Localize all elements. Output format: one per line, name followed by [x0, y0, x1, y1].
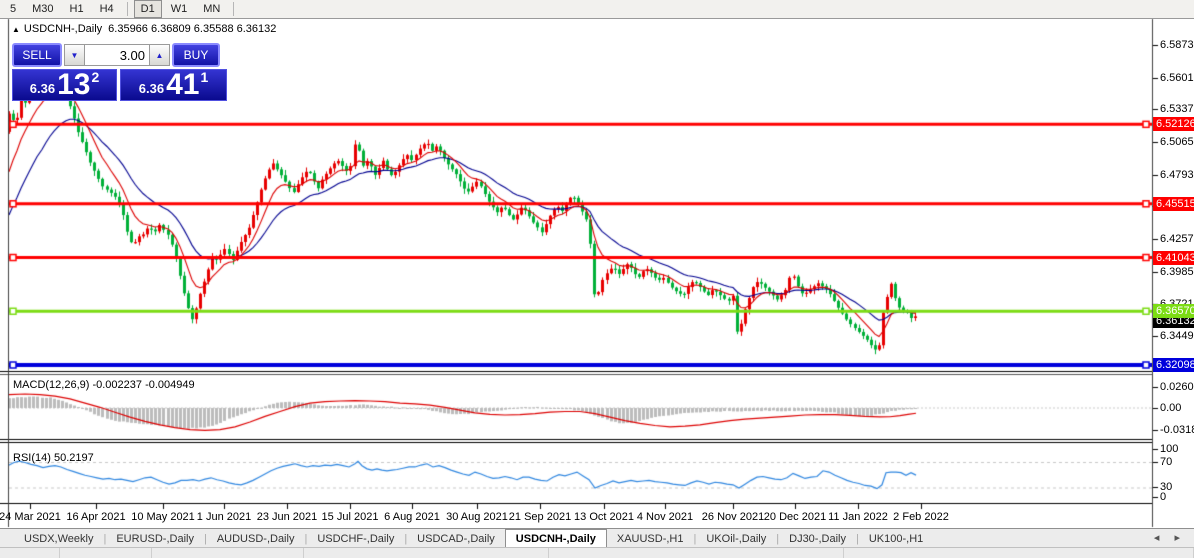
indicator-tick-label: -0.031872: [1160, 424, 1194, 436]
status-cell: [0, 548, 60, 558]
chart-title: ▲ USDCNH-,Daily 6.35966 6.36809 6.35588 6.…: [12, 23, 276, 35]
date-tick-label: 6 Aug 2021: [384, 511, 440, 523]
timeframe-button-d1[interactable]: D1: [134, 0, 162, 18]
chart-tab-ukoil-daily[interactable]: UKOil-,Daily: [696, 530, 776, 547]
timeframe-button-mn[interactable]: MN: [196, 0, 227, 18]
price-tick-label: 6.56010: [1160, 72, 1194, 84]
terminal-window: 5M30H1H4 D1W1MN ▲ USDCNH-,Daily 6.35966 6.3…: [0, 0, 1194, 558]
chart-symbol: USDCNH-,Daily: [24, 23, 102, 35]
level-badge-6.36570: 6.36570: [1153, 304, 1194, 318]
status-cell: [304, 548, 548, 558]
date-tick-label: 30 Aug 2021: [446, 511, 508, 523]
timeframe-button-w1[interactable]: W1: [164, 0, 195, 18]
date-tick-label: 16 Apr 2021: [66, 511, 125, 523]
date-tick-label: 13 Oct 2021: [574, 511, 634, 523]
timeframe-button-h1[interactable]: H1: [63, 0, 91, 18]
buy-price-base: 6.36: [139, 81, 164, 96]
timeframe-button-h4[interactable]: H4: [93, 0, 121, 18]
indicator-tick-label: 0.02607: [1160, 381, 1194, 393]
chart-tab-bar: USDX,Weekly|EURUSD-,Daily|AUDUSD-,Daily|…: [0, 528, 1194, 547]
price-tick-label: 6.50650: [1160, 136, 1194, 148]
status-cell: [60, 548, 152, 558]
timeframe-toolbar: 5M30H1H4 D1W1MN: [0, 0, 1194, 19]
collapse-triangle-icon[interactable]: ▲: [12, 25, 20, 34]
level-badge-6.52126: 6.52126: [1153, 117, 1194, 131]
indicator-tick-label: 0: [1160, 491, 1194, 503]
volume-decrease-icon[interactable]: ▼: [64, 44, 85, 66]
buy-button[interactable]: BUY: [172, 43, 220, 67]
level-badge-6.41043: 6.41043: [1153, 251, 1194, 265]
status-cell: [549, 548, 844, 558]
sell-price-base: 6.36: [30, 81, 55, 96]
chart-tab-usdcad-daily[interactable]: USDCAD-,Daily: [407, 530, 505, 547]
volume-increase-icon[interactable]: ▲: [149, 44, 170, 66]
timeframe-button-5[interactable]: 5: [3, 0, 23, 18]
price-tick-label: 6.58730: [1160, 39, 1194, 51]
level-badge-6.32098: 6.32098: [1153, 358, 1194, 372]
date-tick-label: 23 Jun 2021: [257, 511, 318, 523]
sell-price-button[interactable]: 6.36 13 2: [12, 69, 117, 101]
indicator-tick-label: 0.00: [1160, 402, 1194, 414]
sell-price-big: 13: [57, 71, 90, 99]
toolbar-separator: [127, 2, 128, 16]
macd-indicator-label: MACD(12,26,9) -0.002237 -0.004949: [13, 379, 195, 391]
timeframe-button-m30[interactable]: M30: [25, 0, 60, 18]
date-tick-label: 26 Nov 2021: [702, 511, 764, 523]
status-bar: [0, 547, 1194, 558]
indicator-tick-label: 70: [1160, 456, 1194, 468]
chart-tab-xauusd-h1[interactable]: XAUUSD-,H1: [607, 530, 694, 547]
chart-ohlc-values: 6.35966 6.36809 6.35588 6.36132: [108, 23, 276, 35]
chart-tab-audusd-daily[interactable]: AUDUSD-,Daily: [207, 530, 305, 547]
chart-tab-usdx-weekly[interactable]: USDX,Weekly: [14, 530, 103, 547]
date-tick-label: 2 Feb 2022: [893, 511, 949, 523]
price-tick-label: 6.34490: [1160, 330, 1194, 342]
date-tick-label: 21 Sep 2021: [509, 511, 571, 523]
chart-tab-uk100-h1[interactable]: UK100-,H1: [859, 530, 933, 547]
one-click-trading-panel: SELL ▼ ▲ BUY 6.36 13 2 6.36 41 1: [12, 43, 227, 101]
buy-price-sup: 1: [200, 69, 208, 85]
date-tick-label: 10 May 2021: [131, 511, 195, 523]
chart-tab-usdcnh-daily[interactable]: USDCNH-,Daily: [505, 529, 607, 547]
date-tick-label: 4 Nov 2021: [637, 511, 693, 523]
volume-stepper: ▼ ▲: [64, 44, 170, 66]
date-tick-label: 1 Jun 2021: [197, 511, 251, 523]
tab-scroll-arrows-icon[interactable]: ◂ ▸: [1154, 531, 1194, 547]
price-tick-label: 6.42570: [1160, 233, 1194, 245]
sell-price-sup: 2: [91, 69, 99, 85]
buy-price-button[interactable]: 6.36 41 1: [120, 69, 227, 101]
toolbar-separator: [233, 2, 234, 16]
date-tick-label: 20 Dec 2021: [764, 511, 826, 523]
date-tick-label: 15 Jul 2021: [322, 511, 379, 523]
chart-tab-usdchf-daily[interactable]: USDCHF-,Daily: [307, 530, 404, 547]
date-tick-label: 11 Jan 2022: [828, 511, 888, 523]
rsi-indicator-label: RSI(14) 50.2197: [13, 452, 94, 464]
level-badge-6.45515: 6.45515: [1153, 197, 1194, 211]
sell-button[interactable]: SELL: [12, 43, 62, 67]
indicator-tick-label: 100: [1160, 443, 1194, 455]
chart-tab-dj30-daily[interactable]: DJ30-,Daily: [779, 530, 856, 547]
chart-tab-eurusd-daily[interactable]: EURUSD-,Daily: [106, 530, 204, 547]
price-tick-label: 6.39850: [1160, 266, 1194, 278]
price-tick-label: 6.47930: [1160, 169, 1194, 181]
status-cell: [844, 548, 1194, 558]
date-tick-label: 24 Mar 2021: [0, 511, 61, 523]
buy-price-big: 41: [166, 71, 199, 99]
status-cell: [152, 548, 304, 558]
volume-input[interactable]: [85, 44, 149, 66]
price-tick-label: 6.53370: [1160, 103, 1194, 115]
